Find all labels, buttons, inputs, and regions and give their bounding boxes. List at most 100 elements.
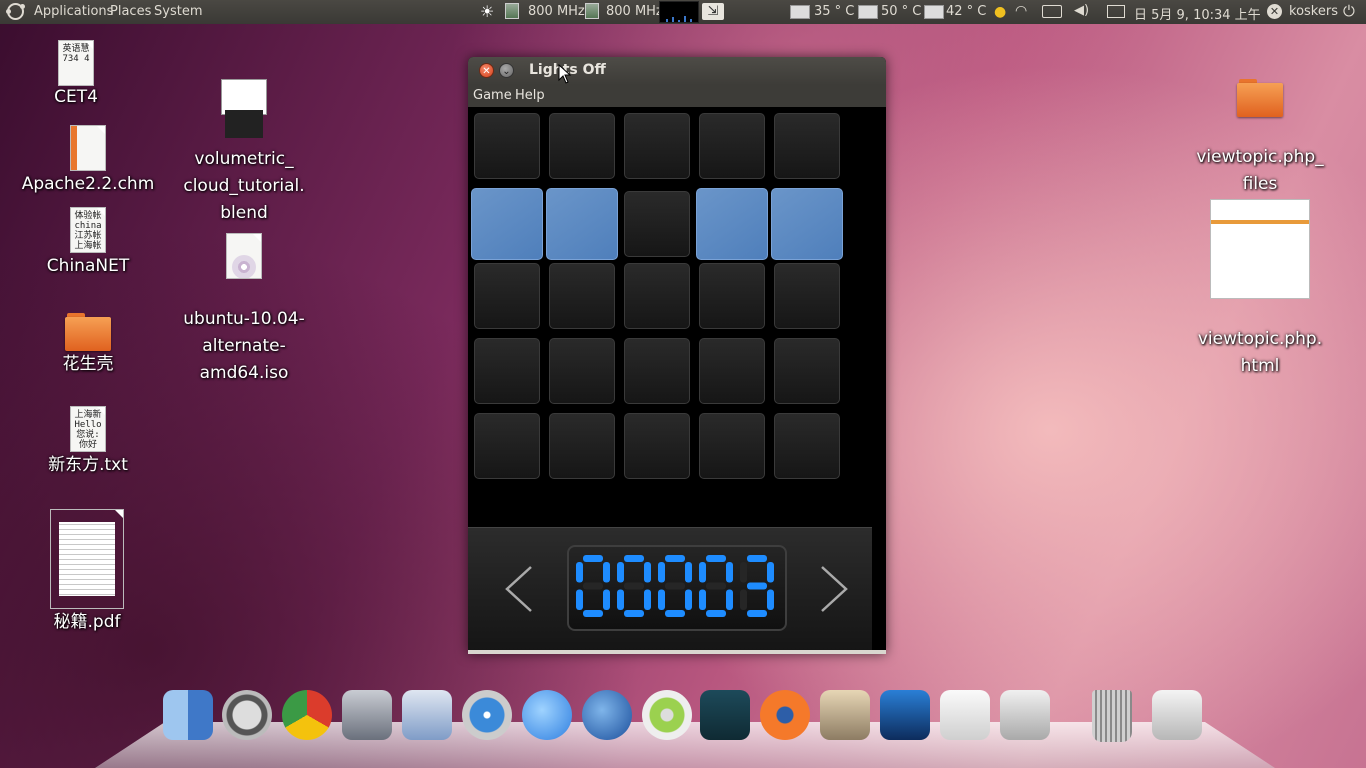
pdf-file-icon [50, 509, 124, 609]
thumb-line: 体验帐 [74, 211, 102, 221]
desktop-icon-ubuntu-iso[interactable]: ubuntu-10.04- alternate- amd64.iso [170, 206, 318, 414]
light-tile-off[interactable] [624, 338, 690, 404]
desktop-icon-folder-huashengke[interactable]: 花生壳 [40, 313, 136, 378]
safari-icon[interactable] [462, 690, 512, 740]
volume-icon[interactable]: ◀) [1074, 3, 1089, 18]
qq-icon[interactable]: ● [994, 4, 1006, 20]
toaster-icon[interactable] [1000, 690, 1050, 740]
mail-icon[interactable] [1107, 5, 1125, 18]
light-tile-off[interactable] [699, 338, 765, 404]
light-tile-off[interactable] [774, 113, 840, 179]
thermometer-icon[interactable] [924, 5, 944, 19]
disk-icon[interactable] [790, 5, 810, 19]
ichat-icon[interactable] [522, 690, 572, 740]
menu-help[interactable]: Help [515, 88, 545, 103]
light-tile-off[interactable] [624, 113, 690, 179]
light-tile-off[interactable] [624, 191, 690, 257]
text-file-icon: 上海新 Hello 您说: 你好 [70, 406, 106, 452]
digit-segment [617, 589, 624, 610]
digit-segment [685, 589, 692, 610]
disk-icon[interactable] [858, 5, 878, 19]
ubuntu-logo-icon[interactable] [6, 3, 25, 20]
cpu-chip-icon[interactable] [585, 3, 599, 23]
desktop-icon-miji-pdf[interactable]: 秘籍.pdf [40, 509, 134, 636]
power-icon[interactable]: ⏻ [1343, 2, 1355, 20]
desktop-icon-xindongfang-txt[interactable]: 上海新 Hello 您说: 你好 新东方.txt [34, 406, 142, 479]
desktop-icon-apache-chm[interactable]: Apache2.2.chm [20, 125, 156, 198]
digit-segment [767, 589, 774, 610]
keyboard-icon[interactable] [1042, 5, 1062, 18]
xbmc-icon[interactable] [700, 690, 750, 740]
desktop-icon-label: viewtopic.php. html [1197, 329, 1323, 376]
light-tile-off[interactable] [774, 413, 840, 479]
thumb-line: 您说: [76, 430, 100, 440]
wifi-icon[interactable]: ◠ [1015, 3, 1027, 19]
weather-sun-icon[interactable]: ☀ [480, 2, 494, 21]
light-tile-off[interactable] [549, 413, 615, 479]
light-tile-off[interactable] [549, 113, 615, 179]
close-icon[interactable]: ✕ [479, 63, 494, 78]
minimize-icon[interactable]: ⌄ [499, 63, 514, 78]
finder-icon[interactable] [163, 690, 213, 740]
light-tile-off[interactable] [699, 413, 765, 479]
clock[interactable]: 日 5月 9, 10:34 上午 [1134, 4, 1261, 23]
light-tile-off[interactable] [549, 338, 615, 404]
photos-icon[interactable] [820, 690, 870, 740]
digit-segment [644, 562, 651, 583]
light-tile-on[interactable] [471, 188, 543, 260]
thumb-line: 上海帐 [74, 241, 102, 251]
desktop-icon-viewtopic-html[interactable]: viewtopic.php. html [1190, 172, 1330, 407]
light-tile-off[interactable] [699, 263, 765, 329]
desktop-icon-chinanet[interactable]: 体验帐 china 江苏帐 上海帐 ChinaNET [40, 207, 136, 280]
menu-game[interactable]: Game [473, 88, 512, 103]
desktop-icon-cet4[interactable]: 英语慧 734 4 CET4 [40, 40, 112, 111]
light-tile-off[interactable] [624, 263, 690, 329]
light-tile-off[interactable] [474, 113, 540, 179]
user-name[interactable]: koskers [1289, 4, 1338, 19]
system-monitor-graph[interactable] [659, 1, 699, 23]
menu-applications[interactable]: Applications [34, 4, 113, 19]
light-tile-off[interactable] [624, 413, 690, 479]
blender-icon[interactable] [760, 690, 810, 740]
desktop-icon-label: ubuntu-10.04- alternate- amd64.iso [183, 309, 305, 383]
light-tile-off[interactable] [474, 413, 540, 479]
chm-file-icon [70, 125, 106, 171]
cpu-frequency-2: 800 MHz [606, 4, 663, 19]
digit-segment [726, 562, 733, 583]
light-tile-off[interactable] [774, 338, 840, 404]
system-monitor-icon[interactable] [342, 690, 392, 740]
digit-segment [617, 562, 624, 583]
time-machine-icon[interactable] [222, 690, 272, 740]
light-tile-on[interactable] [546, 188, 618, 260]
text-editor-icon[interactable] [940, 690, 990, 740]
itunes-icon[interactable] [642, 690, 692, 740]
digit-segment [658, 562, 665, 583]
light-tile-off[interactable] [549, 263, 615, 329]
drive-icon[interactable] [1152, 690, 1202, 740]
light-tile-on[interactable] [771, 188, 843, 260]
menu-places[interactable]: Places [110, 4, 151, 19]
window-edge [872, 107, 886, 650]
thumb-line: 734 4 [62, 54, 90, 64]
chrome-icon[interactable] [282, 690, 332, 740]
light-tile-off[interactable] [474, 263, 540, 329]
previous-level-arrow-icon[interactable] [501, 564, 537, 614]
window-titlebar[interactable]: ✕ ⌄ Lights Off [468, 57, 886, 85]
digit-segment [685, 562, 692, 583]
next-level-arrow-icon[interactable] [816, 564, 852, 614]
screenshot-icon[interactable]: ⇲ [702, 3, 724, 20]
light-tile-off[interactable] [774, 263, 840, 329]
light-tile-on[interactable] [696, 188, 768, 260]
cpu-chip-icon[interactable] [505, 3, 519, 23]
trash-icon[interactable] [1092, 690, 1132, 742]
light-tile-off[interactable] [474, 338, 540, 404]
digit-segment [699, 589, 706, 610]
mail-stamp-icon[interactable] [402, 690, 452, 740]
rhythmbox-icon[interactable] [582, 690, 632, 740]
menu-system[interactable]: System [154, 4, 202, 19]
light-tile-off[interactable] [699, 113, 765, 179]
imovie-icon[interactable] [880, 690, 930, 740]
user-close-icon[interactable]: ✕ [1267, 4, 1282, 19]
iso-disc-icon [226, 233, 262, 279]
temperature-1: 35 ° C [814, 4, 855, 19]
